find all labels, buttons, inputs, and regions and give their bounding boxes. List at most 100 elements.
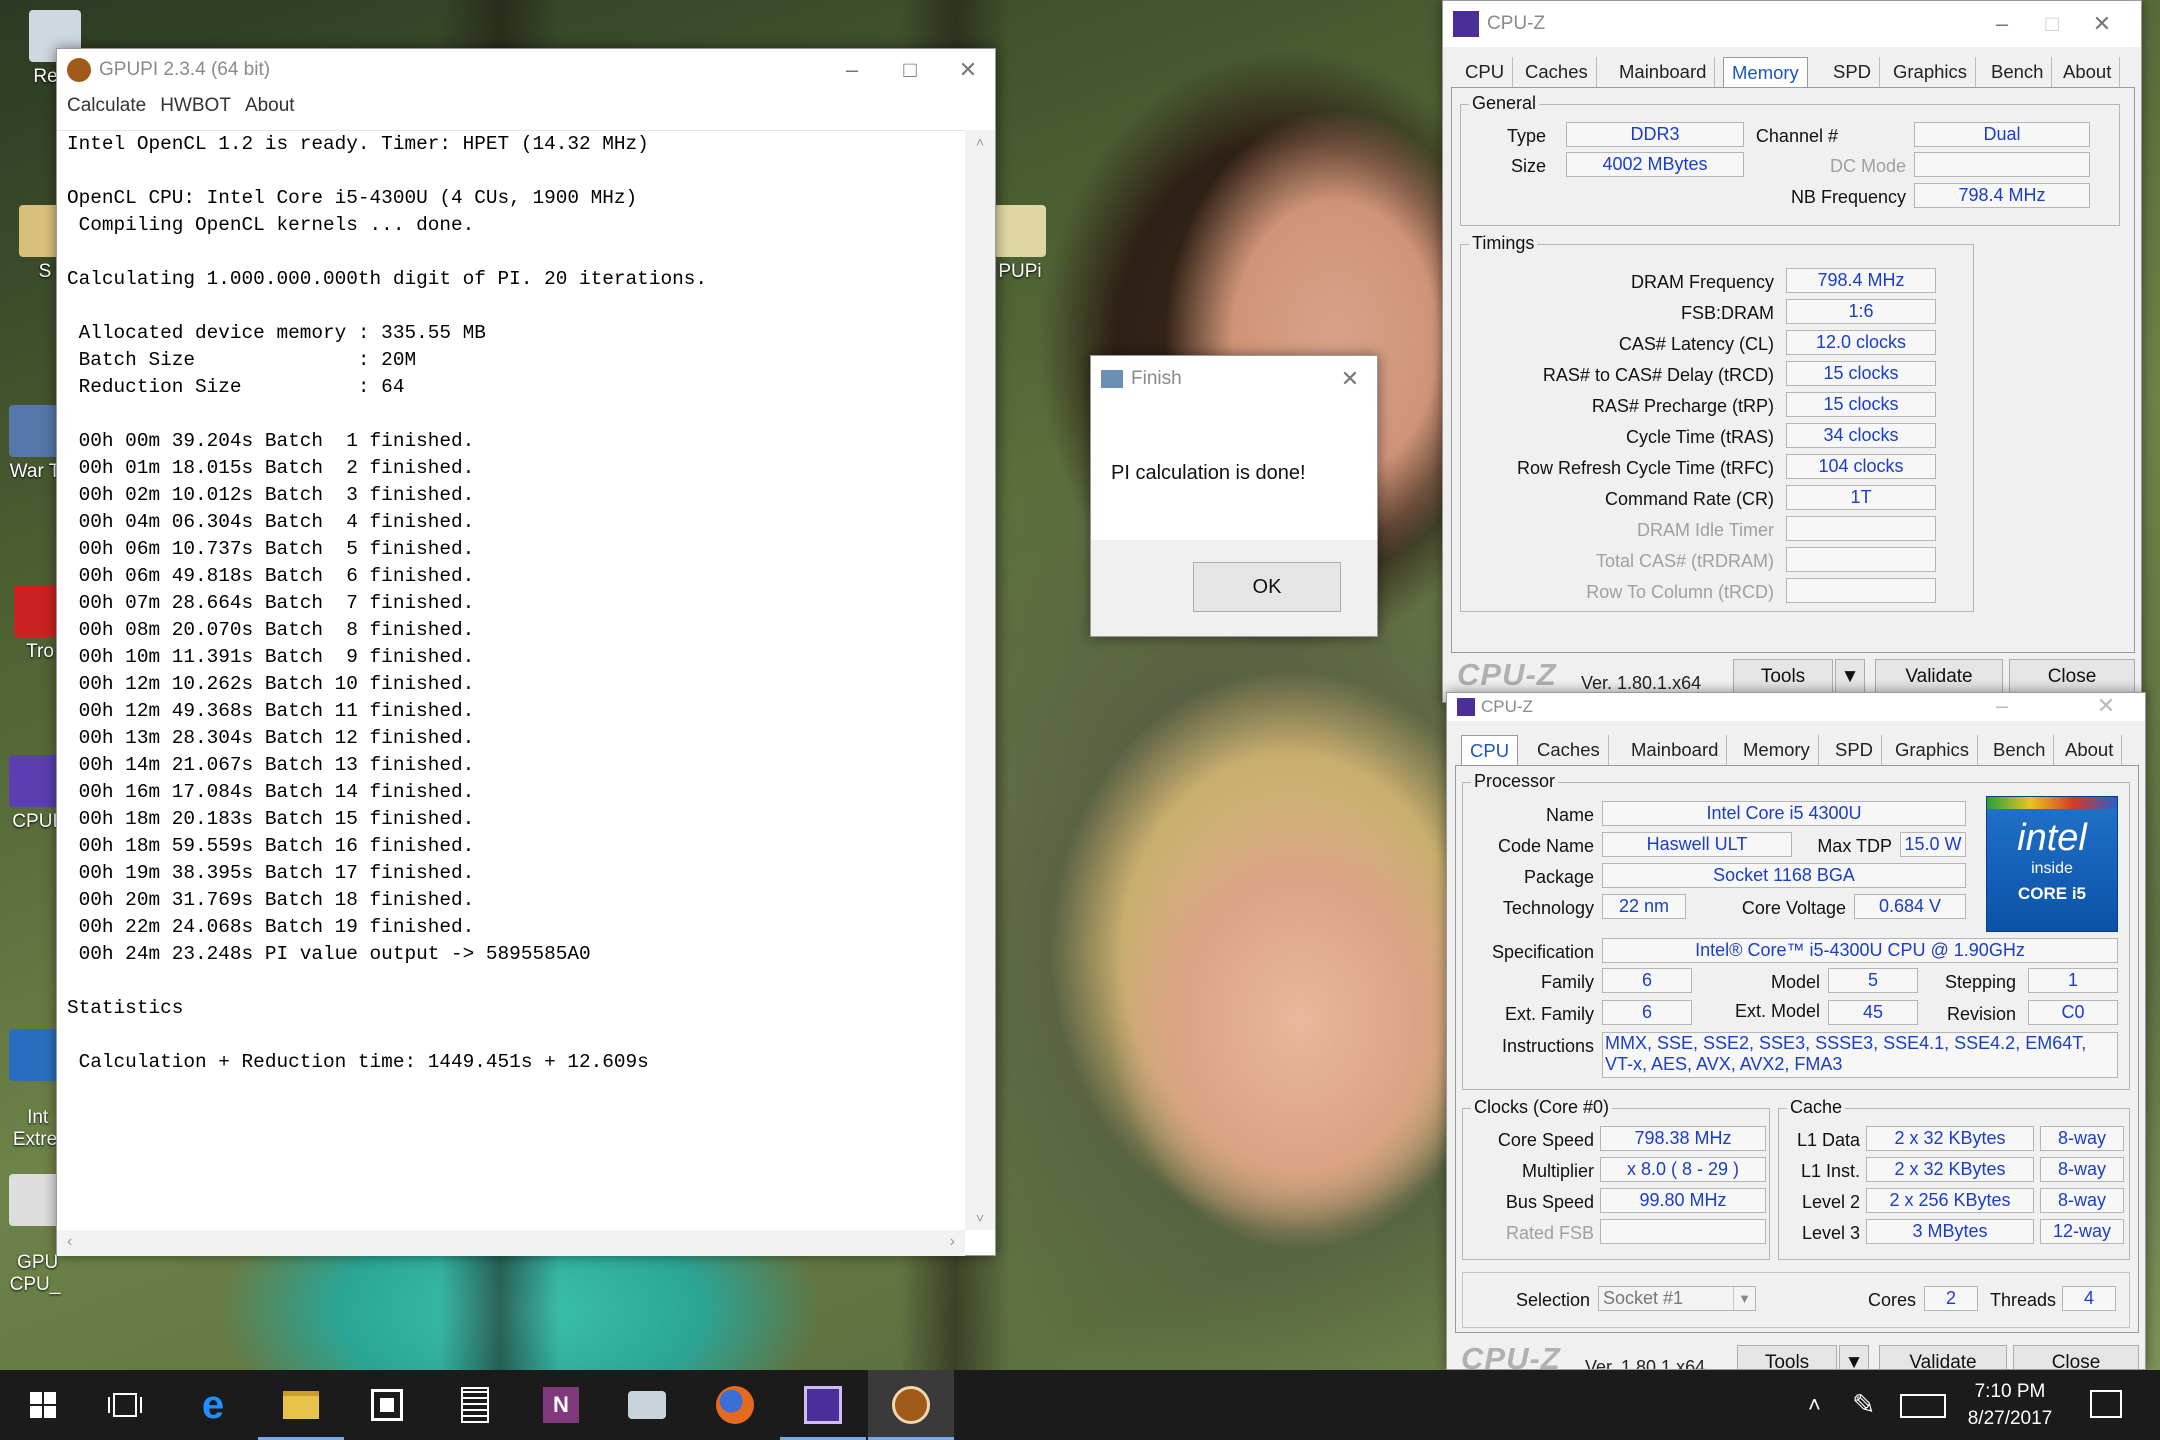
ok-button[interactable]: OK (1193, 562, 1341, 612)
output-area[interactable]: Intel OpenCL 1.2 is ready. Timer: HPET (… (57, 130, 965, 1230)
tools-dropdown-button[interactable]: ▼ (1839, 1345, 1869, 1369)
clock[interactable]: 7:10 PM 8/27/2017 (1960, 1378, 2060, 1432)
close-button[interactable]: ✕ (2077, 693, 2135, 727)
timing-value: 12.0 clocks (1786, 330, 1936, 355)
tab-cpu[interactable]: CPU (1461, 735, 1519, 765)
tab-bench[interactable]: Bench (1983, 57, 2053, 87)
taskbar-cpuz[interactable] (780, 1370, 866, 1440)
threads-value: 4 (2062, 1286, 2116, 1311)
desktop-icon-label: Tro (26, 641, 54, 662)
stepping-label: Stepping (1944, 972, 2016, 992)
validate-button[interactable]: Validate (1875, 659, 2003, 695)
cpuz-logo: CPU-Z (1457, 657, 1557, 692)
close-button[interactable]: Close (2009, 659, 2135, 695)
taskbar-firefox[interactable] (692, 1370, 778, 1440)
dialog-title: Finish (1131, 368, 1182, 389)
validate-button[interactable]: Validate (1879, 1345, 2007, 1369)
timings-label: Timings (1469, 233, 1538, 254)
tab-caches[interactable]: Caches (1517, 57, 1597, 87)
intel-core: CORE i5 (2017, 884, 2087, 903)
name-value: Intel Core i5 4300U (1602, 801, 1966, 826)
tab-about[interactable]: About (2055, 57, 2121, 87)
console-line: 00h 14m 21.067s Batch 13 finished. (67, 754, 475, 776)
tab-memory[interactable]: Memory (1723, 57, 1808, 87)
vertical-scrollbar[interactable]: ˄ ˅ (965, 130, 995, 1230)
chevron-up-icon[interactable]: ˄ (1808, 1392, 1821, 1418)
close-button[interactable]: ✕ (939, 49, 997, 91)
console-line: Calculation + Reduction time: 1449.451s … (67, 1051, 649, 1073)
menu-about[interactable]: About (245, 95, 295, 117)
multiplier-label: Multiplier (1521, 1161, 1594, 1181)
taskbar-network-app[interactable] (604, 1370, 690, 1440)
cores-label: Cores (1867, 1290, 1916, 1310)
scroll-up-icon[interactable]: ˄ (965, 134, 995, 150)
desktop-icon-label: War T (9, 461, 61, 482)
tools-button[interactable]: Tools (1737, 1345, 1837, 1369)
tab-bench[interactable]: Bench (1985, 735, 2055, 765)
taskbar-onenote[interactable]: N (518, 1370, 604, 1440)
model-label: Model (1770, 972, 1820, 992)
console-line: OpenCL CPU: Intel Core i5-4300U (4 CUs, … (67, 187, 638, 209)
taskbar-store[interactable] (344, 1370, 430, 1440)
nb-frequency-label: NB Frequency (1790, 187, 1906, 207)
start-button[interactable] (0, 1370, 86, 1440)
maximize-button[interactable]: □ (881, 49, 939, 91)
dcmode-label: DC Mode (1829, 156, 1906, 176)
horizontal-scrollbar[interactable]: ‹ › (57, 1230, 965, 1256)
taskbar-edge[interactable]: e (170, 1370, 256, 1440)
console-line: 00h 06m 49.818s Batch 6 finished. (67, 565, 475, 587)
taskbar-calculator[interactable] (432, 1370, 518, 1440)
tab-graphics[interactable]: Graphics (1887, 735, 1979, 765)
selection-dropdown[interactable]: Socket #1 ▼ (1598, 1286, 1756, 1311)
console-line: 00h 02m 10.012s Batch 3 finished. (67, 484, 475, 506)
timing-label: Total CAS# (tRDRAM) (1595, 551, 1774, 571)
console-line: 00h 07m 28.664s Batch 7 finished. (67, 592, 475, 614)
scroll-down-icon[interactable]: ˅ (965, 1210, 995, 1226)
cpuz-titlebar[interactable]: CPU-Z (1447, 693, 2145, 721)
timing-label: RAS# to CAS# Delay (tRCD) (1542, 365, 1774, 385)
pen-icon[interactable]: ✎ (1852, 1388, 1875, 1421)
menu-hwbot[interactable]: HWBOT (160, 95, 231, 117)
minimize-button[interactable]: – (823, 49, 881, 91)
dialog-message: PI calculation is done! (1111, 462, 1306, 484)
taskbar-file-explorer[interactable] (258, 1370, 344, 1440)
tab-about[interactable]: About (2057, 735, 2123, 765)
tab-cpu[interactable]: CPU (1457, 57, 1514, 87)
size-label: Size (1510, 156, 1546, 176)
close-button[interactable]: Close (2013, 1345, 2139, 1369)
console-line: Allocated device memory : 335.55 MB (67, 322, 486, 344)
tools-dropdown-button[interactable]: ▼ (1835, 659, 1865, 695)
tab-mainboard[interactable]: Mainboard (1623, 735, 1728, 765)
revision-label: Revision (1946, 1004, 2016, 1024)
dialog-close-button[interactable]: ✕ (1321, 358, 1379, 400)
menu-calculate[interactable]: Calculate (67, 95, 146, 117)
keyboard-icon[interactable] (1900, 1394, 1946, 1418)
processor-label: Processor (1471, 771, 1559, 792)
tab-spd[interactable]: SPD (1825, 57, 1881, 87)
taskbar-gpupi[interactable] (868, 1370, 954, 1440)
general-label: General (1469, 93, 1540, 114)
calculator-icon (461, 1387, 489, 1423)
scroll-right-icon[interactable]: › (950, 1233, 955, 1251)
cache-size-value: 3 MBytes (1866, 1219, 2034, 1244)
tab-caches[interactable]: Caches (1529, 735, 1609, 765)
tab-memory[interactable]: Memory (1735, 735, 1819, 765)
task-view-button[interactable] (82, 1370, 168, 1440)
cache-size-value: 2 x 256 KBytes (1866, 1188, 2034, 1213)
desktop-icon-label: GPU CPU_ (9, 1252, 61, 1295)
close-button[interactable]: ✕ (2073, 3, 2131, 45)
timing-label: RAS# Precharge (tRP) (1591, 396, 1774, 416)
cpuz-icon (804, 1386, 842, 1424)
tools-button[interactable]: Tools (1733, 659, 1833, 695)
tab-mainboard[interactable]: Mainboard (1611, 57, 1716, 87)
dialog-button-area: OK (1091, 540, 1377, 636)
notification-icon[interactable] (2090, 1390, 2122, 1418)
dialog-app-icon (1101, 370, 1123, 388)
scroll-left-icon[interactable]: ‹ (67, 1233, 72, 1251)
tab-spd[interactable]: SPD (1827, 735, 1883, 765)
minimize-button[interactable]: – (1973, 693, 2031, 727)
tab-graphics[interactable]: Graphics (1885, 57, 1977, 87)
chevron-down-icon[interactable]: ▼ (1733, 1287, 1755, 1310)
